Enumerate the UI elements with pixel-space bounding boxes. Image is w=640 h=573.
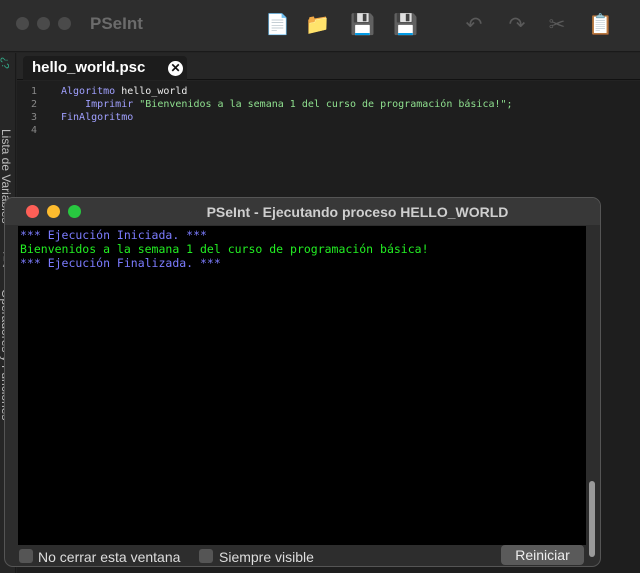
output-line: Bienvenidos a la semana 1 del curso de p…: [20, 242, 429, 256]
keyword: Algoritmo: [61, 86, 116, 97]
code-text: hello_world: [115, 86, 188, 97]
zoom-window-button[interactable]: [58, 17, 71, 30]
no-close-label: No cerrar esta ventana: [38, 549, 181, 565]
keyword: Imprimir: [61, 99, 134, 110]
restart-button[interactable]: Reiniciar: [501, 545, 584, 565]
close-button[interactable]: [26, 205, 39, 218]
variables-icon: ¿?: [0, 57, 10, 69]
save-icon[interactable]: 💾: [350, 12, 375, 38]
line-number: 3: [31, 112, 38, 123]
cut-icon[interactable]: ✂: [545, 12, 569, 38]
scrollbar-thumb[interactable]: [589, 481, 595, 557]
minimize-window-button[interactable]: [37, 17, 50, 30]
code-line: Imprimir "Bienvenidos a la semana 1 del …: [61, 99, 513, 110]
tab-hello-world[interactable]: hello_world.psc ✕: [23, 56, 187, 80]
code-text: "Bienvenidos a la semana 1 del curso de …: [133, 99, 513, 110]
zoom-button[interactable]: [68, 205, 81, 218]
output-line: *** Ejecución Finalizada. ***: [20, 256, 221, 270]
app-title: PSeInt: [90, 14, 143, 33]
copy-icon[interactable]: 📋: [588, 12, 613, 38]
code-line: FinAlgoritmo: [61, 112, 133, 123]
minimize-button[interactable]: [47, 205, 60, 218]
redo-icon[interactable]: ↷: [505, 12, 529, 38]
line-number: 4: [31, 125, 38, 136]
tab-label: hello_world.psc: [32, 59, 146, 76]
close-tab-icon[interactable]: ✕: [168, 61, 183, 76]
no-close-checkbox[interactable]: [19, 549, 33, 563]
always-visible-checkbox[interactable]: [199, 549, 213, 563]
console-scrollbar[interactable]: [587, 226, 597, 562]
close-window-button[interactable]: [16, 17, 29, 30]
save-as-icon[interactable]: 💾: [393, 12, 418, 38]
line-number: 2: [31, 99, 38, 110]
undo-icon[interactable]: ↶: [462, 12, 486, 38]
main-toolbar: PSeInt 📄 📁 💾 💾 ↶ ↷ ✂ 📋: [0, 0, 640, 52]
new-file-icon[interactable]: 📄: [265, 12, 290, 38]
keyword: FinAlgoritmo: [61, 112, 134, 123]
line-number: 1: [31, 86, 38, 97]
execution-window-title: PSeInt - Ejecutando proceso HELLO_WORLD: [5, 198, 600, 225]
always-visible-label: Siempre visible: [219, 549, 314, 565]
tab-bar: hello_world.psc ✕: [17, 53, 640, 80]
execution-window: PSeInt - Ejecutando proceso HELLO_WORLD …: [4, 197, 601, 567]
open-folder-icon[interactable]: 📁: [305, 12, 330, 38]
output-line: *** Ejecución Iniciada. ***: [20, 228, 207, 242]
console-output[interactable]: *** Ejecución Iniciada. *** Bienvenidos …: [18, 226, 586, 545]
code-line: Algoritmo hello_world: [61, 86, 187, 97]
